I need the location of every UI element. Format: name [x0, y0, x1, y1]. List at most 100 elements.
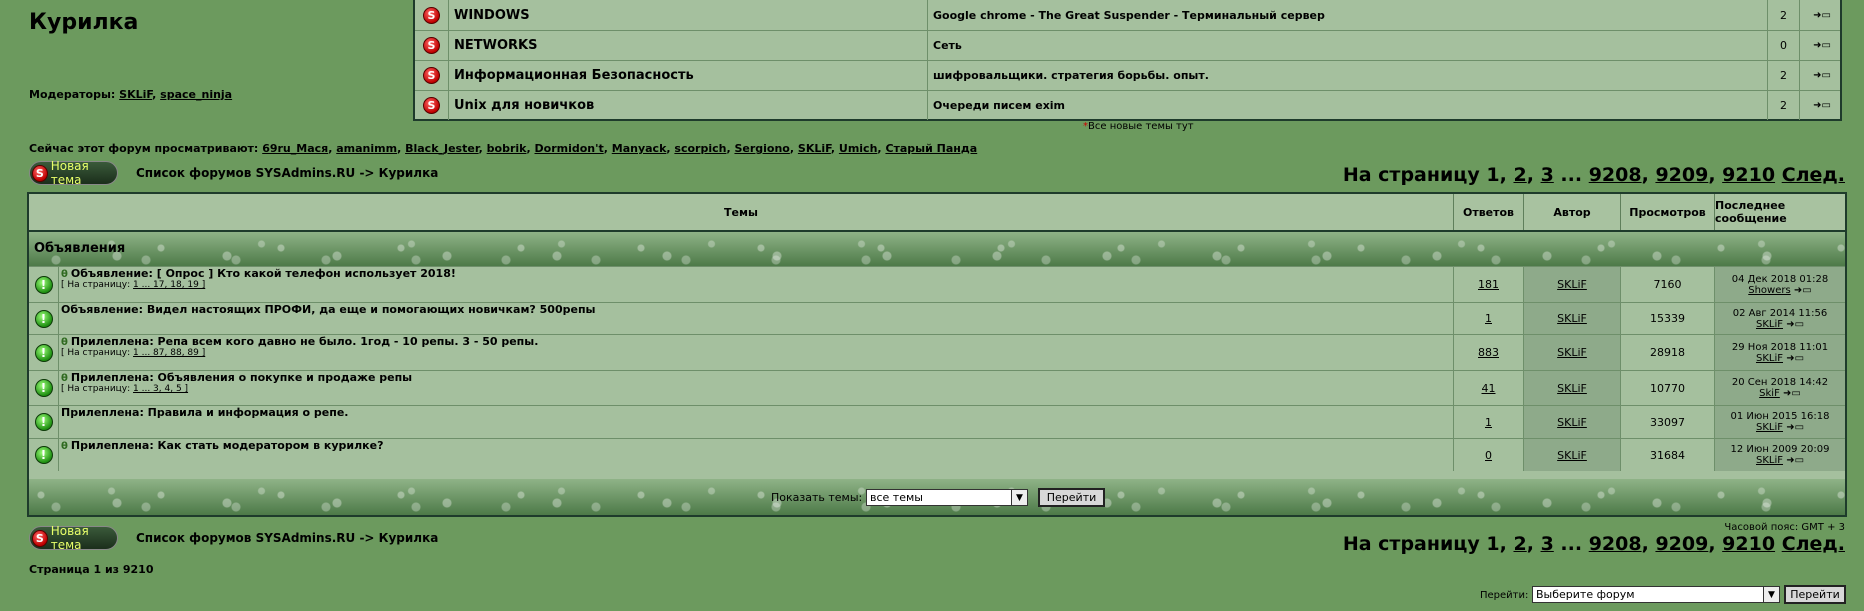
page-link[interactable]: 9208 [1589, 164, 1642, 186]
author-link[interactable]: SKLiF [1557, 449, 1587, 462]
topic-title[interactable]: Прилеплена: Как стать модератором в кури… [71, 439, 384, 452]
moderators: Модераторы: SKLiF, space_ninja [29, 88, 233, 101]
replies-count[interactable]: 1 [1485, 416, 1492, 429]
news-row: S NETWORKS Сеть 0 ➜▭ [415, 30, 1840, 60]
topic-pages[interactable]: 1 ... 87, 88, 89 ] [133, 348, 205, 358]
news-topic[interactable]: Google chrome - The Great Suspender - Те… [927, 0, 1767, 30]
news-forum-name[interactable]: WINDOWS [448, 0, 927, 30]
goto-last-post-icon[interactable]: ➜▭ [1786, 353, 1804, 364]
page-link[interactable]: 2 [1513, 164, 1526, 186]
viewer-link[interactable]: Umich [839, 142, 878, 155]
topic-pages[interactable]: 1 ... 17, 18, 19 ] [133, 280, 205, 290]
goto-last-post-icon[interactable]: ➜▭ [1813, 100, 1831, 111]
news-count: 2 [1767, 0, 1799, 30]
moderator-link[interactable]: space_ninja [160, 88, 232, 101]
author-link[interactable]: SKLiF [1557, 312, 1587, 325]
viewer-link[interactable]: amanimm [336, 142, 397, 155]
topic-pages[interactable]: 1 ... 3, 4, 5 ] [133, 384, 188, 394]
page-link[interactable]: 9210 [1722, 533, 1775, 555]
news-topic[interactable]: Очереди писем exim [927, 91, 1767, 120]
replies-count[interactable]: 181 [1478, 278, 1499, 291]
viewer-link[interactable]: Старый Панда [885, 142, 977, 155]
last-post-user[interactable]: SKLiF [1756, 422, 1783, 433]
topic-title[interactable]: Прилеплена: Правила и информация о репе. [61, 406, 348, 419]
viewer-link[interactable]: SKLiF [798, 142, 831, 155]
topic-title[interactable]: Объявление: [ Опрос ] Кто какой телефон … [71, 267, 456, 280]
news-topic[interactable]: шифровальщики. стратегия борьбы. опыт. [927, 61, 1767, 90]
last-post-user[interactable]: SKLiF [1756, 319, 1783, 330]
page-link[interactable]: 2 [1513, 533, 1526, 555]
forum-s-icon: S [423, 6, 440, 24]
viewer-link[interactable]: 69ru_Мася [262, 142, 328, 155]
viewer-link[interactable]: bobrik [487, 142, 527, 155]
viewer-link[interactable]: Dormidon't [535, 142, 604, 155]
viewer-link[interactable]: scorpich [674, 142, 726, 155]
replies-count[interactable]: 1 [1485, 312, 1492, 325]
goto-last-post-icon[interactable]: ➜▭ [1794, 285, 1812, 296]
replies-count[interactable]: 0 [1485, 449, 1492, 462]
last-post-user[interactable]: SKLiF [1756, 353, 1783, 364]
last-post-date: 20 Сен 2018 14:42 [1731, 377, 1829, 388]
news-forum-name[interactable]: Информационная Безопасность [448, 61, 927, 90]
jump-forum-select[interactable]: Выберите форум ▼ [1532, 586, 1780, 603]
news-forum-name[interactable]: NETWORKS [448, 31, 927, 60]
news-row: S Unix для новичков Очереди писем exim 2… [415, 90, 1840, 120]
goto-last-post-icon[interactable]: ➜▭ [1813, 70, 1831, 81]
next-page-link[interactable]: След. [1782, 533, 1845, 555]
goto-last-post-icon[interactable]: ➜▭ [1813, 10, 1831, 21]
viewer-link[interactable]: Black_Jester [405, 142, 479, 155]
replies-count[interactable]: 41 [1482, 382, 1496, 395]
viewer-link[interactable]: Manyack [612, 142, 667, 155]
news-table: S WINDOWS Google chrome - The Great Susp… [413, 0, 1842, 121]
page-link[interactable]: 9209 [1655, 533, 1708, 555]
page-link[interactable]: 9209 [1655, 164, 1708, 186]
jump-go-button[interactable]: Перейти [1784, 585, 1846, 604]
new-topic-button[interactable]: S Новая тема [29, 524, 118, 552]
goto-last-post-icon[interactable]: ➜▭ [1813, 40, 1831, 51]
news-forum-name[interactable]: Unix для новичков [448, 91, 927, 120]
page-link[interactable]: 9210 [1722, 164, 1775, 186]
page-link[interactable]: 3 [1541, 533, 1554, 555]
goto-last-post-icon[interactable]: ➜▭ [1786, 319, 1804, 330]
topic-title[interactable]: Прилеплена: Репа всем кого давно не было… [71, 335, 539, 348]
header-views: Просмотров [1620, 194, 1714, 230]
announcement-icon: ! [34, 379, 53, 397]
goto-last-post-icon[interactable]: ➜▭ [1783, 388, 1801, 399]
show-topics-go-button[interactable]: Перейти [1038, 488, 1105, 507]
table-row: ! θ Прилеплена: Репа всем кого давно не б… [29, 334, 1845, 370]
last-post-user[interactable]: Showers [1748, 285, 1790, 296]
table-row: ! θ Прилеплена: Объявления о покупке и пр… [29, 370, 1845, 405]
topic-title[interactable]: Прилеплена: Объявления о покупке и прода… [71, 371, 412, 384]
author-link[interactable]: SKLiF [1557, 416, 1587, 429]
announcement-icon: ! [34, 446, 53, 464]
table-row: ! θ Объявление: [ Опрос ] Кто какой телеф… [29, 266, 1845, 302]
new-topic-button[interactable]: S Новая тема [29, 159, 118, 187]
table-header: Темы Ответов Автор Просмотров Последнее … [29, 194, 1845, 232]
topic-title[interactable]: Объявление: Видел настоящих ПРОФИ, да ещ… [61, 303, 596, 316]
views-count: 7160 [1620, 267, 1714, 302]
show-topics-select[interactable]: все темы ▼ [866, 489, 1028, 506]
s-logo-icon: S [32, 529, 48, 547]
news-topic[interactable]: Сеть [927, 31, 1767, 60]
show-topics-label: Показать темы: [771, 491, 863, 504]
author-link[interactable]: SKLiF [1557, 346, 1587, 359]
page-link[interactable]: 9208 [1589, 533, 1642, 555]
last-post-user[interactable]: SkiF [1759, 388, 1780, 399]
breadcrumb[interactable]: Список форумов SYSAdmins.RU -> Курилка [136, 166, 438, 180]
goto-last-post-icon[interactable]: ➜▭ [1786, 422, 1804, 433]
author-link[interactable]: SKLiF [1557, 382, 1587, 395]
next-page-link[interactable]: След. [1782, 164, 1845, 186]
table-footer: Показать темы: все темы ▼ Перейти [29, 479, 1845, 515]
goto-last-post-icon[interactable]: ➜▭ [1786, 455, 1804, 466]
views-count: 10770 [1620, 371, 1714, 405]
viewer-link[interactable]: Sergiono [734, 142, 789, 155]
page-of: Страница 1 из 9210 [29, 563, 154, 576]
viewers-label: Сейчас этот форум просматривают: [29, 142, 259, 155]
replies-count[interactable]: 883 [1478, 346, 1499, 359]
last-post-user[interactable]: SKLiF [1756, 455, 1783, 466]
pin-icon: θ [61, 337, 68, 348]
breadcrumb[interactable]: Список форумов SYSAdmins.RU -> Курилка [136, 531, 438, 545]
author-link[interactable]: SKLiF [1557, 278, 1587, 291]
moderator-link[interactable]: SKLiF [119, 88, 152, 101]
page-link[interactable]: 3 [1541, 164, 1554, 186]
